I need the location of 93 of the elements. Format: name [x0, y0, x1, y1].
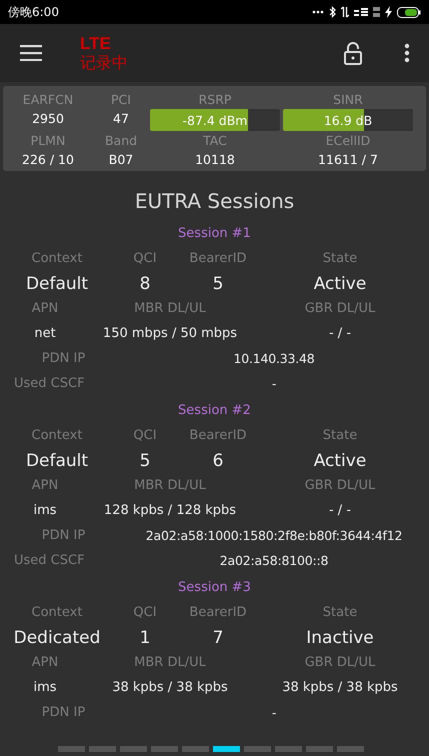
- field-value: Dedicated: [12, 628, 102, 648]
- field-label: MBR DL/UL: [133, 655, 207, 670]
- field-label: PDN IP: [40, 351, 86, 366]
- data-arrows-icon: [341, 6, 349, 18]
- page-indicator-segment[interactable]: [244, 746, 271, 752]
- field-value: Default: [24, 450, 90, 470]
- cell-info-value: 10118: [195, 151, 235, 169]
- field-value: 5: [138, 450, 152, 470]
- field-value: 128 kpbs / 128 kpbs: [102, 503, 238, 518]
- cell-info-label: EARFCN: [22, 91, 74, 109]
- field-value: 10.140.33.48: [232, 351, 316, 366]
- meter-value: 16.9 dB: [324, 112, 372, 128]
- field-value: Active: [312, 450, 368, 470]
- field-value: - / -: [328, 503, 352, 518]
- more-icon: [312, 10, 324, 14]
- field-label: GBR DL/UL: [304, 478, 376, 493]
- field-label: PDN IP: [40, 528, 86, 543]
- field-label: MBR DL/UL: [133, 478, 207, 493]
- field-value: - / -: [328, 326, 352, 341]
- field-label: Context: [30, 605, 84, 620]
- page-indicator-segment[interactable]: [337, 746, 364, 752]
- field-value: 5: [212, 274, 224, 294]
- page-indicator-segment[interactable]: [58, 746, 85, 752]
- field-label: PDN IP: [40, 705, 86, 720]
- charging-icon: [385, 6, 392, 18]
- page-indicator-segment[interactable]: [306, 746, 333, 752]
- field-value: Active: [312, 274, 368, 294]
- session-title: Session #1: [178, 226, 251, 241]
- field-label: BearerID: [188, 428, 248, 443]
- field-value: 6: [212, 450, 224, 470]
- field-value: 8: [138, 274, 152, 294]
- cell-info-value: 226 / 10: [22, 151, 74, 169]
- field-label: BearerID: [188, 251, 248, 266]
- cell-info-label: SINR: [333, 91, 363, 109]
- field-label: State: [322, 605, 358, 620]
- cell-info-label: RSRP: [198, 91, 232, 109]
- cell-info-value: 2950: [32, 110, 64, 128]
- field-value: 2a02:a58:8100::8: [218, 553, 330, 568]
- unlocked-padlock-icon[interactable]: [344, 42, 362, 64]
- field-label: APN: [30, 478, 60, 493]
- field-value: 38 kpbs / 38 kpbs: [111, 680, 229, 695]
- field-label: QCI: [132, 428, 158, 443]
- field-value: 7: [212, 628, 224, 648]
- overflow-menu-icon[interactable]: [404, 43, 410, 63]
- field-label: Context: [30, 251, 84, 266]
- battery-icon: [397, 6, 421, 18]
- page-indicator-segment[interactable]: [89, 746, 116, 752]
- field-label: QCI: [132, 605, 158, 620]
- field-value: net: [33, 326, 57, 341]
- field-label: Used CSCF: [13, 376, 86, 391]
- cell-info-label: TAC: [203, 132, 227, 150]
- field-label: QCI: [132, 251, 158, 266]
- field-value: ims: [32, 503, 58, 518]
- page-indicator-segment[interactable]: [213, 746, 240, 752]
- page-indicator-segment[interactable]: [275, 746, 302, 752]
- field-label: GBR DL/UL: [304, 301, 376, 316]
- cell-info-value: 47: [113, 110, 129, 128]
- cell-info-value: 11611 / 7: [318, 151, 378, 169]
- field-label: GBR DL/UL: [304, 655, 376, 670]
- field-value: 38 kpbs / 38 kpbs: [281, 680, 399, 695]
- field-value: Inactive: [305, 628, 375, 648]
- app-title: LTE: [80, 34, 112, 54]
- cell-info-label: PCI: [111, 91, 131, 109]
- page-indicator-segment[interactable]: [182, 746, 209, 752]
- cell-info-label: Band: [104, 132, 138, 150]
- field-label: MBR DL/UL: [133, 301, 207, 316]
- field-label: State: [322, 251, 358, 266]
- section-heading: EUTRA Sessions: [134, 188, 296, 215]
- page-indicator-segment[interactable]: [120, 746, 147, 752]
- field-value: ims: [32, 680, 58, 695]
- page-indicator-segment[interactable]: [151, 746, 178, 752]
- bluetooth-icon: [329, 6, 336, 18]
- menu-icon[interactable]: [20, 45, 42, 61]
- field-label: BearerID: [188, 605, 248, 620]
- field-value: -: [270, 705, 278, 720]
- field-label: APN: [30, 301, 60, 316]
- meter-value: -87.4 dBm: [182, 112, 248, 128]
- field-label: State: [322, 428, 358, 443]
- field-value: 1: [138, 628, 152, 648]
- session-title: Session #3: [178, 580, 251, 595]
- field-value: -: [270, 376, 278, 391]
- cell-info-label: ECellID: [326, 132, 370, 150]
- field-value: 150 mbps / 50 mbps: [102, 326, 238, 341]
- field-value: Default: [24, 274, 90, 294]
- recording-status: 记录中: [80, 54, 129, 72]
- field-label: Used CSCF: [13, 553, 86, 568]
- cell-info-label: PLMN: [30, 132, 66, 150]
- session-title: Session #2: [178, 403, 251, 418]
- field-label: Context: [30, 428, 84, 443]
- field-value: 2a02:a58:1000:1580:2f8e:b80f:3644:4f12: [144, 528, 404, 543]
- status-time: 傍晚6:00: [8, 4, 59, 20]
- field-label: APN: [30, 655, 60, 670]
- cell-info-value: B07: [108, 151, 134, 169]
